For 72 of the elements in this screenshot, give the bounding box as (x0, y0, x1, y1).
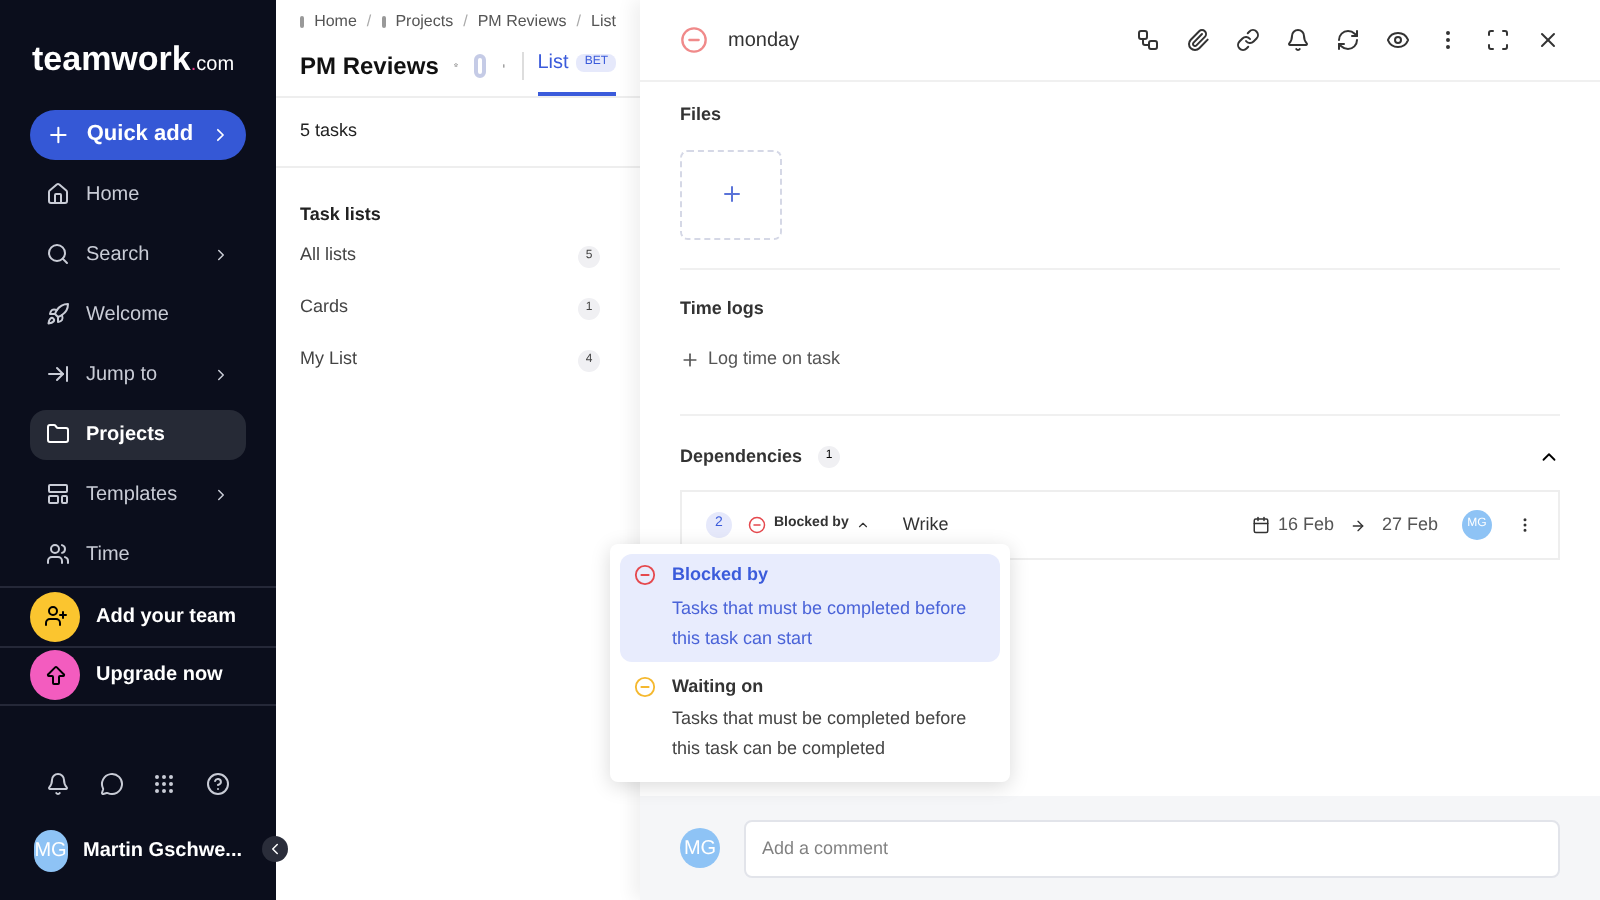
nav-item[interactable]: Home (30, 169, 246, 219)
logo: teamwork.com (30, 38, 237, 82)
option-title: Blocked by (672, 562, 771, 588)
paperclip-icon[interactable] (1186, 28, 1210, 52)
breadcrumb-separator: / (463, 10, 468, 34)
nav-item[interactable]: Projects (30, 409, 246, 459)
blocked-icon (748, 516, 766, 534)
caret-icon (856, 518, 871, 532)
upgrade-icon (30, 650, 80, 700)
task-name: monday (728, 27, 802, 55)
quick-add-button[interactable]: Quick add (30, 109, 246, 159)
nav-item[interactable]: Jump to (30, 349, 246, 399)
chevron-icon (212, 365, 230, 383)
nav-item[interactable]: Templates (30, 469, 246, 519)
chevron-icon (212, 245, 230, 263)
option-description: Tasks that must be completed before this task can be completed (672, 706, 969, 762)
user-name[interactable]: Martin Gschwe... (83, 835, 242, 865)
templates-icon (46, 482, 70, 506)
option-title: Waiting on (672, 673, 766, 700)
avatar: MG (34, 829, 68, 871)
dependencies-title: Dependencies (680, 443, 803, 470)
breadcrumb[interactable]: Projects (395, 10, 454, 34)
breadcrumb[interactable]: PM Reviews (477, 10, 567, 34)
files-title: Files (680, 102, 724, 128)
jump-icon (46, 362, 70, 386)
plus-icon (719, 182, 743, 206)
dependency-task[interactable]: Wrike (902, 511, 1236, 539)
breadcrumb-separator: / (576, 10, 582, 34)
menu-option[interactable]: Waiting on Tasks that must be completed before this task can be completed (620, 665, 1000, 772)
close-icon[interactable] (1536, 28, 1560, 52)
upgrade-link[interactable]: Upgrade now (96, 660, 223, 690)
progress-ring-icon (474, 53, 486, 77)
end-date: 27 Feb (1381, 511, 1438, 538)
plus-icon (680, 349, 700, 370)
add-team-link[interactable]: Add your team (96, 601, 237, 631)
chevron-icon (212, 485, 230, 503)
eye-icon[interactable] (1386, 28, 1410, 52)
breadcrumb-separator: / (366, 10, 372, 34)
avatar: MG (680, 828, 720, 868)
task-lists-title: Task lists (298, 202, 383, 228)
project-title: PM Reviews (300, 49, 439, 83)
comment-field[interactable]: Add a comment (744, 819, 1560, 877)
breadcrumb[interactable]: Home (314, 10, 357, 34)
calendar-icon (1251, 516, 1270, 534)
chevron-left-icon (266, 840, 284, 858)
bell-icon[interactable] (46, 771, 71, 795)
nav-item[interactable]: Search (30, 229, 246, 279)
link-icon[interactable] (1236, 28, 1260, 52)
option-description: Tasks that must be completed before this task can start (672, 595, 969, 651)
nav-item[interactable]: Welcome (30, 289, 246, 339)
breadcrumb[interactable]: List (591, 10, 616, 34)
fullscreen-icon[interactable] (1486, 28, 1510, 52)
log-time-button[interactable]: Log time on task (680, 346, 841, 373)
repeat-icon[interactable] (1336, 28, 1360, 52)
arrow-icon (1349, 517, 1366, 533)
chat-icon[interactable] (99, 771, 124, 795)
time-icon (46, 542, 70, 566)
plus-icon (46, 121, 71, 147)
projects-icon (46, 422, 70, 446)
start-date: 16 Feb (1277, 511, 1334, 538)
apps-icon[interactable] (152, 771, 177, 795)
bell-icon[interactable] (1286, 28, 1310, 52)
user-plus-icon (30, 591, 80, 641)
welcome-icon (46, 302, 70, 326)
time-logs-title: Time logs (680, 295, 766, 322)
minus-circle-icon (634, 564, 656, 586)
menu-option[interactable]: Blocked by Tasks that must be completed before this task can start (620, 554, 1000, 661)
subtask-icon[interactable] (1136, 28, 1160, 52)
help-icon[interactable] (205, 771, 230, 795)
nav-item[interactable]: Time (30, 529, 246, 579)
minus-circle-icon (634, 675, 656, 697)
search-icon (46, 242, 70, 266)
